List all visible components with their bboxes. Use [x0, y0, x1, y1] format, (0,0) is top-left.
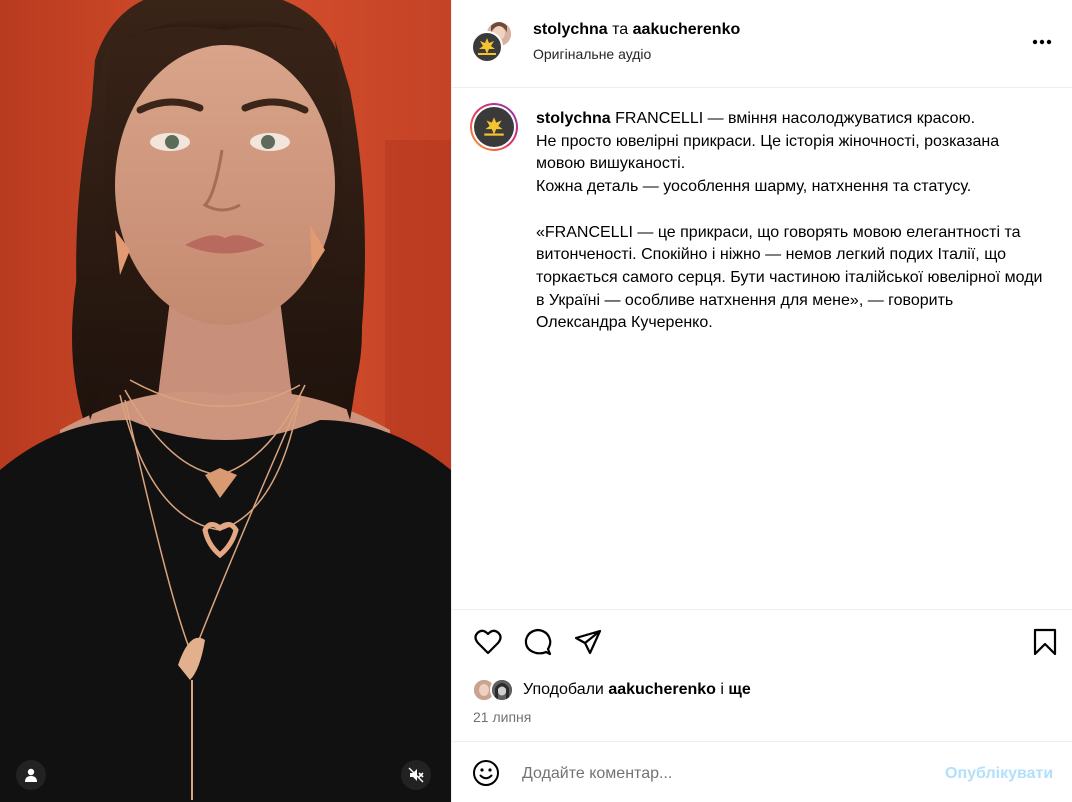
tagged-users-button[interactable] — [16, 760, 46, 790]
caption-line-3: Кожна деталь — уособлення шарму, натхнен… — [536, 178, 972, 196]
user-icon — [25, 768, 37, 782]
likes-prefix: Уподобали — [523, 681, 604, 698]
likes-and: і — [720, 681, 724, 698]
likes-text: Уподобали aakucherenko і ще — [523, 681, 751, 699]
coauthor-username[interactable]: aakucherenko — [633, 21, 741, 38]
post-details-panel: stolychna та aakucherenko Оригінальне ау… — [451, 0, 1072, 802]
share-icon — [574, 629, 602, 655]
share-button[interactable] — [572, 626, 604, 658]
author-avatar[interactable] — [471, 31, 503, 63]
mute-toggle-button[interactable] — [401, 760, 431, 790]
like-button[interactable] — [472, 626, 504, 658]
publish-button[interactable]: Опублікувати — [945, 765, 1053, 783]
post-header: stolychna та aakucherenko Оригінальне ау… — [452, 0, 1072, 88]
caption-quote: «FRANCELLI — це прикраси, що говорять мо… — [536, 223, 1043, 332]
post-media[interactable] — [0, 0, 451, 802]
comment-icon — [524, 628, 552, 656]
emoji-icon — [473, 760, 499, 786]
likes-more-link[interactable]: ще — [728, 681, 750, 698]
authors-conjunction: та — [612, 21, 629, 38]
caption-line-2: Не просто ювелірні прикраси. Це історія … — [536, 132, 1000, 173]
mute-icon — [408, 767, 424, 783]
audio-label[interactable]: Оригінальне аудіо — [533, 46, 651, 62]
comment-button[interactable] — [522, 626, 554, 658]
save-button[interactable] — [1029, 626, 1061, 658]
caption-avatar-logo — [474, 107, 514, 147]
stolychna-logo — [484, 117, 504, 136]
post-authors: stolychna та aakucherenko — [533, 21, 740, 39]
caption-username[interactable]: stolychna — [536, 110, 611, 127]
comments-section: stolychna FRANCELLI — вміння насолоджува… — [452, 89, 1072, 609]
more-options-button[interactable] — [1027, 30, 1057, 54]
emoji-button[interactable] — [471, 758, 501, 788]
more-icon — [1032, 39, 1052, 45]
caption-avatar-ring — [472, 105, 516, 149]
bookmark-icon — [1033, 628, 1057, 656]
liker-avatar[interactable] — [490, 678, 514, 702]
post-photo — [0, 0, 451, 802]
post-date[interactable]: 21 липня — [473, 709, 531, 725]
post-actions: Уподобали aakucherenko і ще 21 липня — [452, 609, 1072, 741]
likes-username[interactable]: aakucherenko — [608, 681, 716, 698]
caption-line-1: FRANCELLI — вміння насолоджуватися красо… — [615, 110, 976, 127]
liker-avatar-image — [492, 680, 512, 700]
author-username[interactable]: stolychna — [533, 21, 608, 38]
heart-icon — [474, 629, 502, 655]
add-comment-bar: Опублікувати — [452, 741, 1072, 802]
caption-avatar[interactable] — [470, 103, 518, 151]
comment-input[interactable] — [522, 760, 922, 788]
stolychna-logo — [478, 38, 496, 55]
post-caption: stolychna FRANCELLI — вміння насолоджува… — [536, 108, 1046, 335]
